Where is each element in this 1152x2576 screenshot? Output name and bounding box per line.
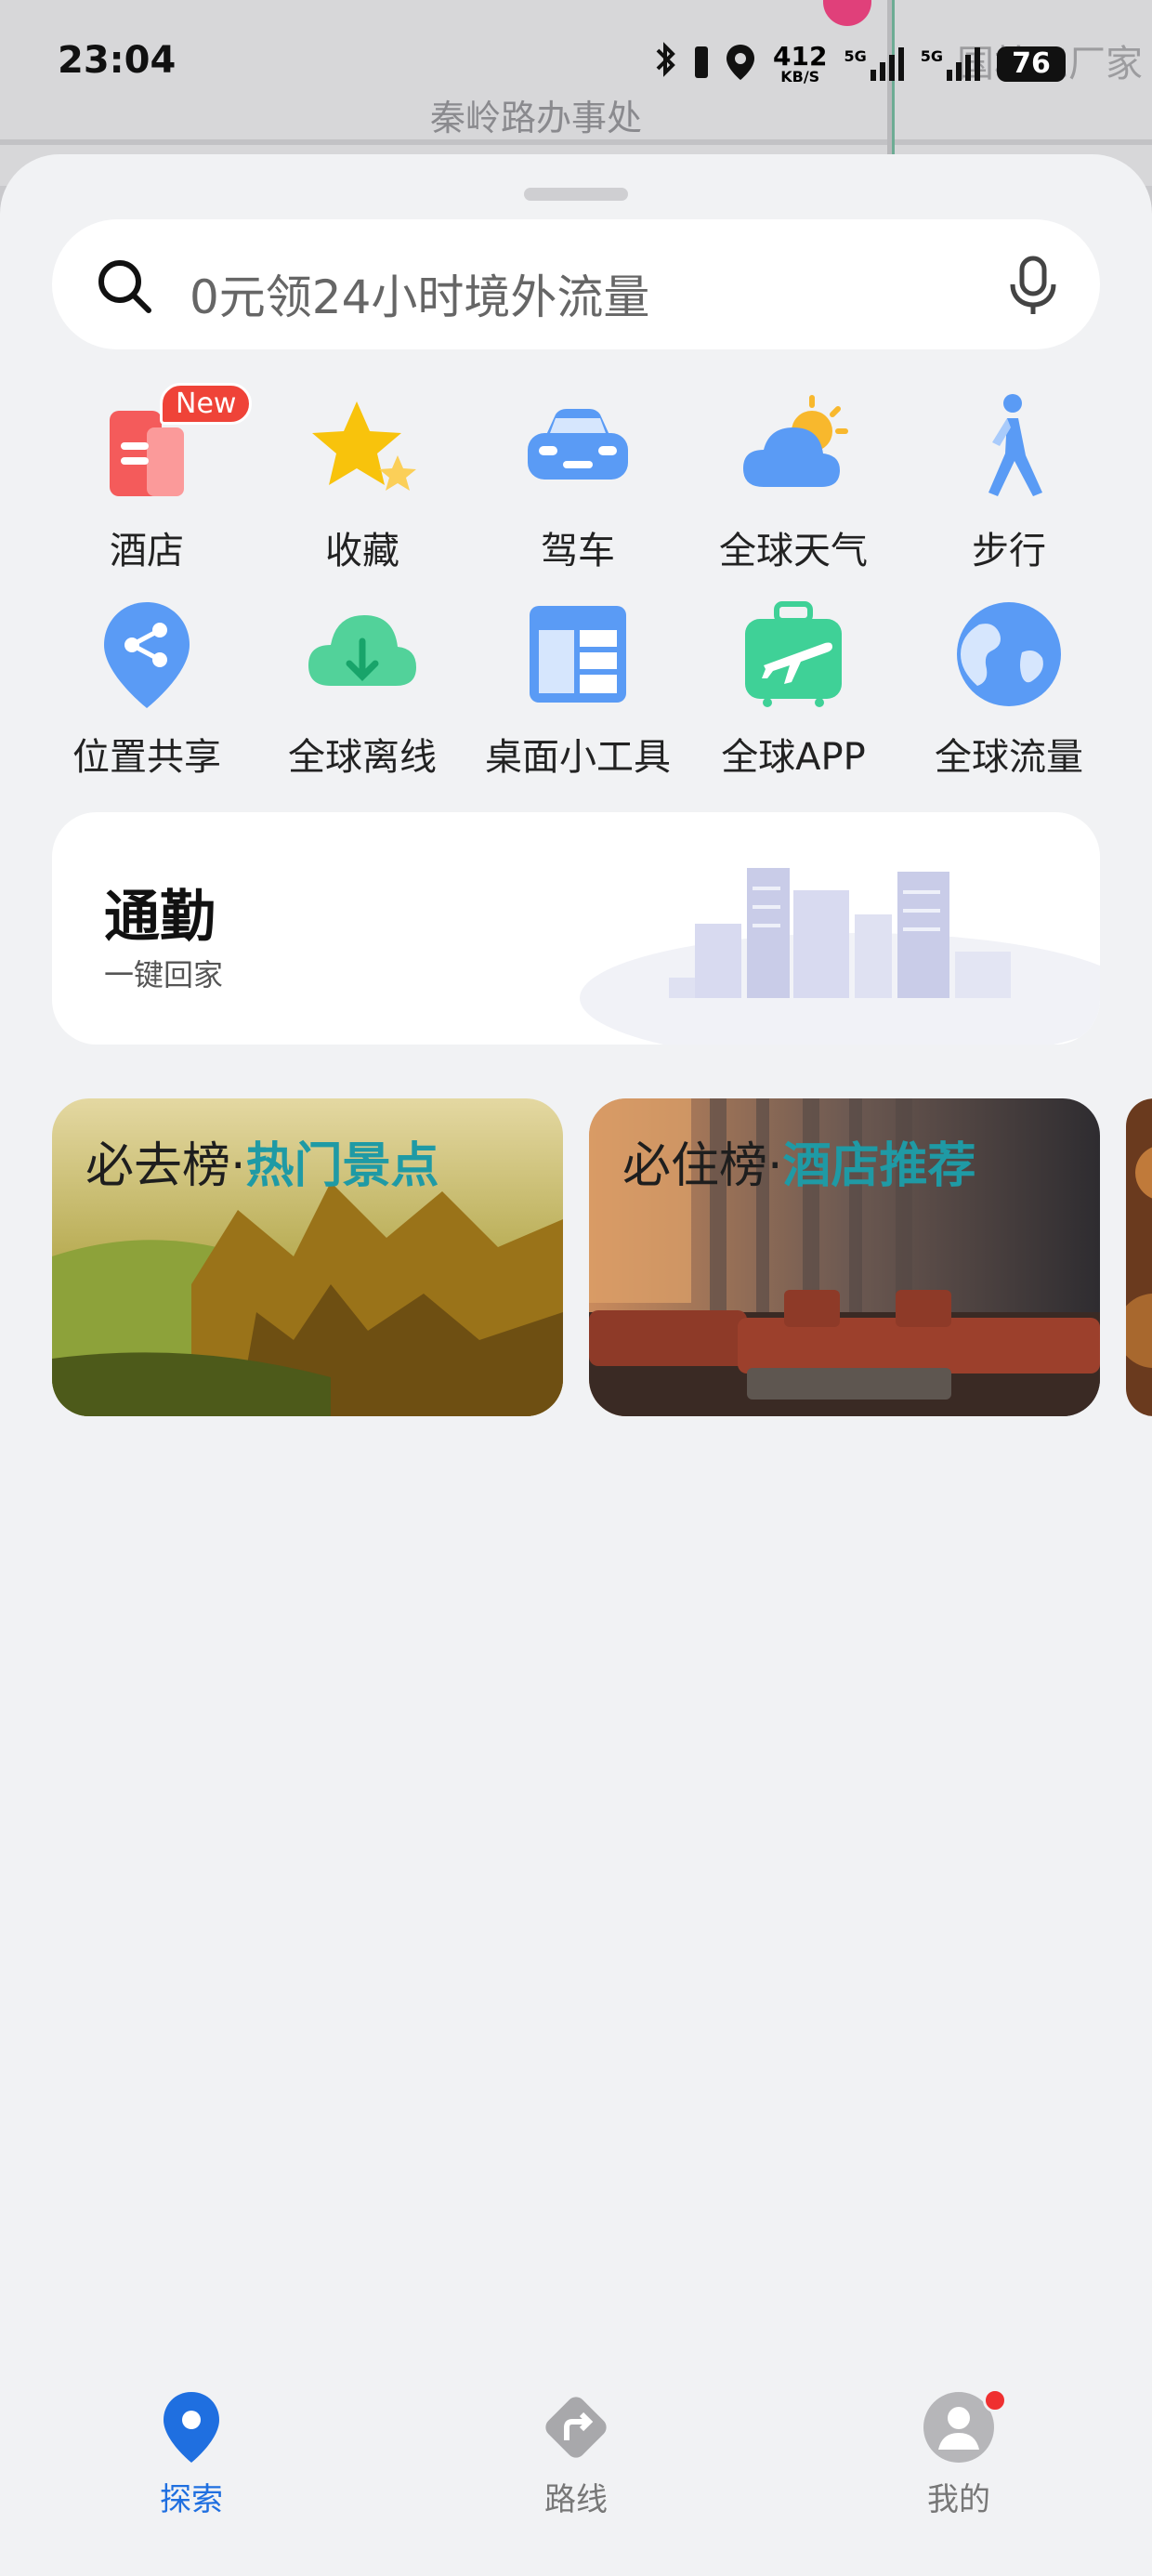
shortcut-label: 酒店 bbox=[110, 530, 184, 572]
shortcut-label: 全球天气 bbox=[719, 530, 868, 572]
shortcut-label: 位置共享 bbox=[72, 736, 221, 779]
rank-card-prefix: 必去榜 bbox=[85, 1138, 231, 1194]
net-speed: 412 KB/S bbox=[773, 40, 828, 85]
signal-type: 5G bbox=[920, 46, 943, 65]
battery-saver-icon bbox=[695, 46, 708, 82]
widget-icon bbox=[530, 606, 626, 703]
net-speed-value: 412 bbox=[773, 40, 828, 72]
shortcut-label: 收藏 bbox=[325, 530, 399, 572]
shortcut-walk[interactable]: 步行 bbox=[901, 387, 1117, 593]
signal-icon: 5G bbox=[844, 46, 904, 81]
nav-label: 探索 bbox=[160, 2481, 223, 2518]
nav-label: 我的 bbox=[927, 2481, 990, 2518]
status-time: 23:04 bbox=[58, 39, 177, 82]
offline-cloud-icon bbox=[308, 615, 416, 686]
rank-card-peek[interactable] bbox=[1126, 1098, 1152, 1416]
rank-card-hotels[interactable]: 必住榜·酒店推荐 bbox=[589, 1098, 1100, 1416]
rank-card-separator: · bbox=[230, 1138, 246, 1194]
commute-title: 通勤 bbox=[104, 885, 216, 950]
microphone-icon[interactable] bbox=[1003, 255, 1063, 318]
sheet-drag-handle[interactable] bbox=[524, 188, 628, 201]
shortcut-label: 驾车 bbox=[541, 530, 615, 572]
rank-card-title: 必去榜·热门景点 bbox=[85, 1126, 439, 1196]
food-photo bbox=[1126, 1098, 1152, 1416]
notification-dot bbox=[983, 2388, 1007, 2412]
signal-type: 5G bbox=[844, 46, 867, 65]
commute-card[interactable]: 通勤 一键回家 bbox=[52, 812, 1100, 1045]
bottom-navigation: 探索 路线 我的 bbox=[0, 2388, 1152, 2576]
location-icon bbox=[725, 43, 756, 85]
travel-app-icon bbox=[745, 601, 842, 707]
search-icon bbox=[98, 260, 151, 313]
shortcut-offline[interactable]: 全球离线 bbox=[255, 593, 470, 799]
route-icon bbox=[545, 2397, 607, 2458]
location-share-icon bbox=[104, 602, 190, 708]
nav-route[interactable]: 路线 bbox=[483, 2388, 669, 2519]
walking-icon bbox=[988, 394, 1042, 496]
rank-card-highlight: 热门景点 bbox=[245, 1138, 439, 1194]
shortcut-label: 全球离线 bbox=[288, 736, 437, 779]
shortcut-widget[interactable]: 桌面小工具 bbox=[470, 593, 686, 799]
shortcut-favorites[interactable]: 收藏 bbox=[255, 387, 470, 593]
shortcut-label: 全球APP bbox=[721, 736, 866, 779]
bluetooth-icon bbox=[654, 41, 678, 86]
rank-card-separator: · bbox=[767, 1138, 783, 1194]
rank-card-highlight: 酒店推荐 bbox=[782, 1138, 976, 1194]
shortcut-drive[interactable]: 驾车 bbox=[470, 387, 686, 593]
weather-icon bbox=[743, 395, 848, 487]
star-icon bbox=[312, 401, 416, 491]
status-icons: 412 KB/S 5G 5G 76 bbox=[654, 41, 1066, 86]
shortcut-label: 步行 bbox=[972, 530, 1046, 572]
shortcut-global-app[interactable]: 全球APP bbox=[686, 593, 901, 799]
shortcut-label: 全球流量 bbox=[935, 736, 1083, 779]
car-icon bbox=[528, 409, 628, 480]
net-speed-unit: KB/S bbox=[780, 67, 820, 85]
commute-subtitle: 一键回家 bbox=[104, 957, 224, 992]
rank-card-prefix: 必住榜 bbox=[622, 1138, 768, 1194]
explore-sheet: 0元领24小时境外流量 New 酒店 收藏 驾车 全球天气 步行 位置共享 全球… bbox=[0, 154, 1152, 2576]
signal-icon: 5G bbox=[920, 46, 980, 81]
nav-profile[interactable]: 我的 bbox=[866, 2388, 1052, 2519]
battery-icon: 76 bbox=[996, 46, 1066, 82]
new-badge: New bbox=[160, 383, 253, 425]
shortcut-label: 桌面小工具 bbox=[485, 736, 671, 779]
shortcut-hotel[interactable]: New 酒店 bbox=[39, 383, 255, 593]
city-skyline-illustration bbox=[580, 868, 1100, 1045]
shortcut-weather[interactable]: 全球天气 bbox=[686, 387, 901, 593]
nav-explore[interactable]: 探索 bbox=[98, 2388, 284, 2519]
ranking-cards: 必去榜·热门景点 必住榜·酒店推荐 bbox=[52, 1098, 1152, 1420]
globe-icon bbox=[957, 602, 1061, 706]
map-pin-icon bbox=[164, 2392, 219, 2463]
search-bar[interactable]: 0元领24小时境外流量 bbox=[52, 219, 1100, 349]
rank-card-title: 必住榜·酒店推荐 bbox=[622, 1126, 976, 1196]
status-bar: 23:04 412 KB/S 5G 5G 76 bbox=[0, 0, 1152, 130]
shortcut-location-share[interactable]: 位置共享 bbox=[39, 593, 255, 799]
nav-label: 路线 bbox=[544, 2481, 608, 2518]
search-input[interactable]: 0元领24小时境外流量 bbox=[190, 260, 649, 327]
shortcut-global-data[interactable]: 全球流量 bbox=[901, 593, 1117, 799]
shortcut-grid: New 酒店 收藏 驾车 全球天气 步行 位置共享 全球离线 桌面小工具 全球A… bbox=[39, 383, 1117, 799]
rank-card-attractions[interactable]: 必去榜·热门景点 bbox=[52, 1098, 563, 1416]
